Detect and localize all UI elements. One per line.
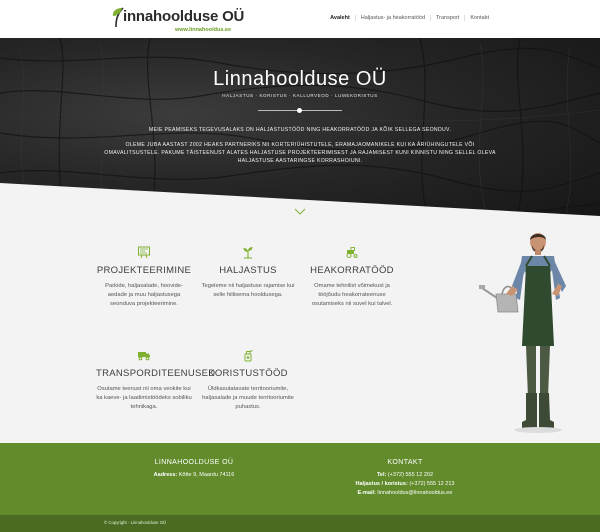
site-footer: LINNAHOOLDUSE OÜ Aadress: Kõtte 9, Maard… [0, 443, 600, 515]
footer-haljastus-label: Haljastus / koristus: [355, 481, 408, 487]
footer-address-value: Kõtte 9, Maardu 74116 [178, 472, 235, 478]
service-title: HALJASTUS [219, 265, 277, 276]
service-koristustood: KORISTUSTÖÖD Üldkasutatavate territooriu… [200, 348, 296, 412]
footer-address-label: Aadress: [153, 472, 178, 478]
footer-haljastus-value[interactable]: (+372) 555 12 213 [409, 481, 454, 487]
footer-tel: Tel: (+372) 555 12 202 [305, 472, 505, 478]
footer-email-label: E-mail: [357, 490, 376, 496]
service-description: Parkide, haljasalade, hoovide-aedade ja … [105, 283, 183, 307]
service-transporditeenused: TRANSPORDITEENUSED Osutame teenust nii o… [96, 348, 216, 412]
nav-item-kontakt[interactable]: Kontakt [464, 15, 494, 21]
logo-name: innahoolduse OÜ [123, 8, 245, 25]
hero-banner: Linnahoolduse OÜ HALJASTUS · KORISTUS · … [0, 38, 600, 228]
nav-item-haljastus[interactable]: Haljastus- ja heakorratööd [354, 15, 430, 21]
service-heakorratood: HEAKORRATÖÖD Omame tehnilist võimekust j… [304, 245, 400, 309]
service-title: TRANSPORDITEENUSED [96, 368, 216, 379]
copyright-bar: © Copyright - Linnahoolduse OÜ [0, 515, 600, 532]
hero-divider-dot [297, 108, 302, 113]
service-description: Tegeleme nii haljastuse rajamise kui sel… [201, 283, 295, 298]
hero-title: Linnahoolduse OÜ [213, 68, 387, 90]
service-description: Omame tehnilist võimekust ja tööjõudu he… [311, 283, 393, 307]
nav-item-transport[interactable]: Transport [430, 15, 464, 21]
seedling-icon [243, 247, 253, 259]
hero-subtitle: HALJASTUS · KORISTUS · KALLURVEOD · LUME… [222, 93, 378, 98]
hero-paragraph-1: MEIE PEAMISEKS TEGEVUSALAKS ON HALJASTUS… [148, 127, 452, 133]
footer-haljastus-tel: Haljastus / koristus: (+372) 555 12 213 [305, 481, 505, 487]
tractor-icon [346, 247, 358, 258]
service-description: Üldkasutatavate territooriumite, haljasa… [202, 386, 294, 410]
blueprint-icon [138, 246, 150, 259]
footer-company-title: LINNAHOOLDUSE OÜ [154, 459, 234, 466]
footer-address: Aadress: Kõtte 9, Maardu 74116 [124, 472, 264, 478]
main-nav: Avaleht Haljastus- ja heakorratööd Trans… [325, 15, 494, 21]
logo-url: www.linnahooldus.ee [175, 27, 232, 33]
footer-contact-title: KONTAKT [387, 459, 423, 466]
footer-tel-label: Tel: [376, 472, 387, 478]
chevron-down-icon[interactable] [294, 208, 306, 216]
hero-paragraph-2: OLEME JUBA AASTAST 2002 HEAKS PARTNERIKS… [104, 142, 496, 164]
service-title: PROJEKTEERIMINE [96, 265, 192, 276]
copyright-text: © Copyright - Linnahoolduse OÜ [104, 520, 167, 525]
site-logo[interactable]: innahoolduse OÜ www.linnahooldus.ee [109, 6, 249, 34]
spray-icon [244, 350, 253, 362]
service-title: KORISTUSTÖÖD [208, 368, 288, 379]
footer-email: E-mail: linnahooldus@linnahooldus.ee [305, 490, 505, 496]
service-description: Osutame teenust nii oma veokite kui ka k… [96, 386, 192, 410]
gardener-illustration [479, 233, 566, 433]
nav-item-avaleht[interactable]: Avaleht [325, 15, 355, 21]
footer-email-link[interactable]: linnahooldus@linnahooldus.ee [377, 490, 452, 496]
service-projekteerimine: PROJEKTEERIMINE Parkide, haljasalade, ho… [96, 245, 192, 309]
footer-tel-value[interactable]: (+372) 555 12 202 [388, 472, 433, 478]
truck-icon [138, 352, 150, 361]
site-header: innahoolduse OÜ www.linnahooldus.ee Aval… [0, 0, 600, 38]
service-title: HEAKORRATÖÖD [310, 265, 394, 276]
service-haljastus: HALJASTUS Tegeleme nii haljastuse rajami… [200, 245, 296, 300]
